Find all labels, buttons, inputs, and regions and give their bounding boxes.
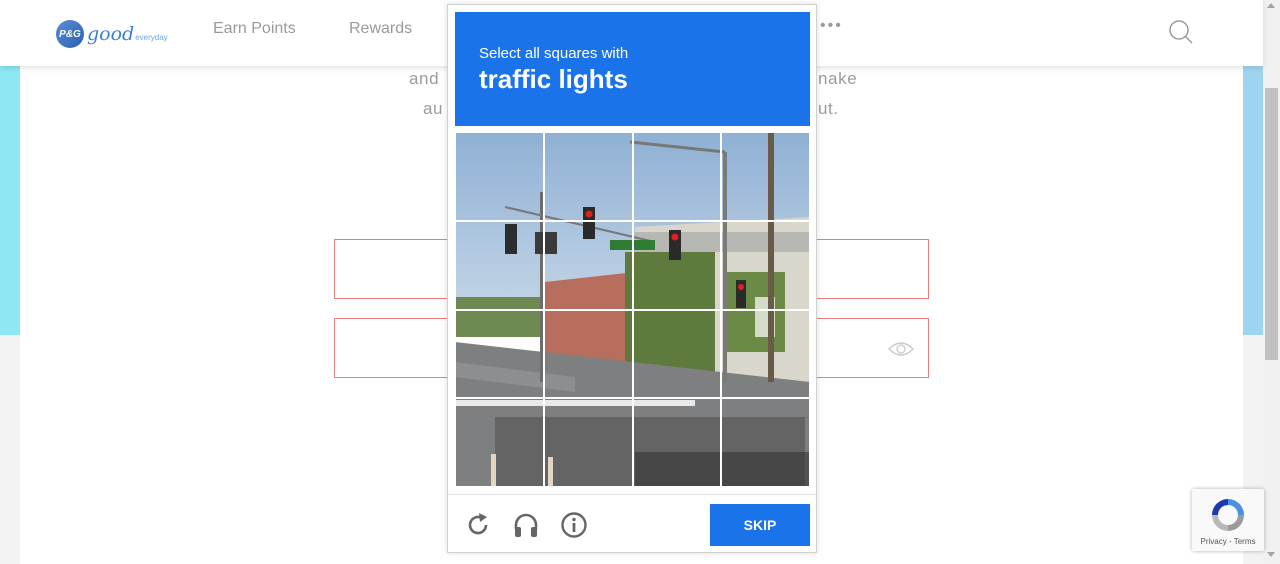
captcha-challenge-dialog: Select all squares with traffic lights S… <box>447 4 817 553</box>
scroll-up-arrow-icon[interactable] <box>1267 3 1275 8</box>
captcha-tile[interactable] <box>543 309 633 399</box>
page-scrollbar[interactable] <box>1263 0 1280 564</box>
logo-everyday-text: everyday <box>135 32 168 42</box>
captcha-tile[interactable] <box>455 220 544 310</box>
captcha-tile[interactable] <box>721 132 810 221</box>
captcha-tile-grid <box>455 132 810 487</box>
logo-good-text: good <box>87 23 135 45</box>
captcha-tile[interactable] <box>721 398 810 487</box>
captcha-footer-divider <box>448 494 816 495</box>
eye-icon[interactable] <box>888 340 914 358</box>
pg-logo-mark: P&G <box>56 20 84 48</box>
reload-icon[interactable] <box>464 511 492 539</box>
captcha-tile[interactable] <box>455 132 544 221</box>
headphones-icon[interactable] <box>512 511 540 539</box>
intro-text-fragment: and <box>409 69 440 88</box>
info-icon[interactable] <box>560 511 588 539</box>
nav-rewards[interactable]: Rewards <box>349 20 412 38</box>
captcha-tile[interactable] <box>543 398 633 487</box>
captcha-image-grid <box>455 132 810 487</box>
scroll-thumb[interactable] <box>1265 88 1278 360</box>
recaptcha-logo <box>1212 499 1244 531</box>
captcha-tile[interactable] <box>632 398 722 487</box>
captcha-prompt: Select all squares with <box>479 45 629 62</box>
scroll-down-arrow-icon[interactable] <box>1267 552 1275 557</box>
nav-earn-points[interactable]: Earn Points <box>213 20 296 38</box>
captcha-tile[interactable] <box>721 309 810 399</box>
captcha-instructions-header: Select all squares with traffic lights <box>455 12 810 126</box>
background-band-right <box>1243 66 1263 335</box>
skip-button[interactable]: SKIP <box>710 504 810 546</box>
captcha-tile[interactable] <box>632 132 722 221</box>
captcha-tile[interactable] <box>455 398 544 487</box>
background-band-left <box>0 66 20 335</box>
captcha-tile[interactable] <box>543 220 633 310</box>
search-icon[interactable] <box>1168 19 1194 45</box>
nav-more-menu[interactable]: ••• <box>820 17 843 35</box>
captcha-tile[interactable] <box>543 132 633 221</box>
captcha-tile[interactable] <box>721 220 810 310</box>
captcha-tile[interactable] <box>632 220 722 310</box>
intro-text-fragment: nake <box>818 69 858 88</box>
intro-text-fragment: ut. <box>818 99 839 118</box>
captcha-target-object: traffic lights <box>479 64 628 94</box>
captcha-tile[interactable] <box>632 309 722 399</box>
recaptcha-badge[interactable]: Privacy - Terms <box>1192 489 1264 551</box>
captcha-tile[interactable] <box>455 309 544 399</box>
pg-good-everyday-logo[interactable]: P&G good everyday <box>56 18 168 50</box>
intro-text-fragment: au <box>423 99 444 118</box>
recaptcha-privacy-terms[interactable]: Privacy - Terms <box>1192 537 1264 546</box>
